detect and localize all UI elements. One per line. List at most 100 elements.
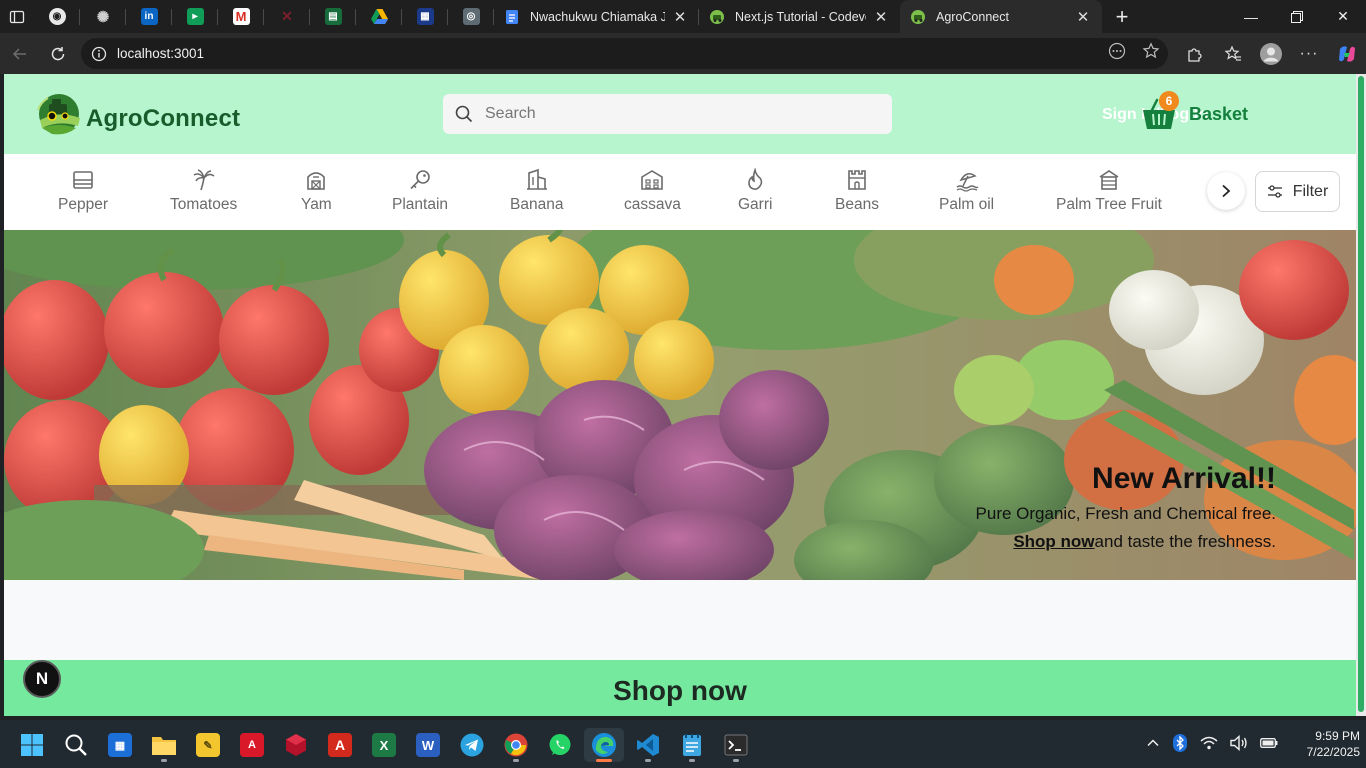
close-tab-icon[interactable]: ✕ (872, 8, 890, 26)
category-label: Plantain (392, 196, 449, 213)
category-palm-tree-fruit[interactable]: Palm Tree Fruit (1056, 168, 1162, 214)
gmail-icon: M (232, 8, 250, 25)
nextjs-dev-indicator[interactable]: N (23, 660, 61, 698)
warehouse-icon (641, 170, 664, 190)
favorite-star-icon[interactable] (1142, 42, 1160, 65)
basket-button[interactable]: 6 Basket (1141, 91, 1248, 132)
filter-button[interactable]: Filter (1255, 171, 1340, 212)
site-header: AgroConnect Sign In/Log In 6 Basket (4, 74, 1356, 154)
taskbar-notepad[interactable] (672, 728, 712, 762)
chevron-up-icon[interactable] (1146, 736, 1160, 753)
close-window-icon[interactable]: ✕ (1320, 0, 1366, 33)
new-tab-button[interactable]: + (1102, 0, 1142, 33)
profile-avatar[interactable] (1252, 36, 1290, 72)
taskbar-autocad[interactable]: A (232, 728, 272, 762)
category-label: Yam (301, 196, 332, 213)
minimize-icon[interactable]: — (1228, 0, 1274, 33)
taskbar-start[interactable] (12, 728, 52, 762)
excel-icon: X (372, 733, 396, 757)
pinned-tab-drive[interactable] (356, 0, 402, 33)
pinned-tab-sheets[interactable]: ▤ (310, 0, 356, 33)
pinned-tab-meet[interactable]: ▸ (172, 0, 218, 33)
whatsapp-icon (549, 734, 571, 755)
address-bar[interactable]: localhost:3001 (81, 38, 1168, 69)
taskbar-word[interactable]: W (408, 728, 448, 762)
brand-logo[interactable]: AgroConnect (36, 92, 240, 136)
pinned-tab-linkedin[interactable]: in (126, 0, 172, 33)
taskbar-file-explorer[interactable] (144, 728, 184, 762)
taskbar-notes[interactable]: ✎ (188, 728, 228, 762)
taskbar-chrome[interactable] (496, 728, 536, 762)
autocad-icon: A (240, 733, 264, 757)
category-cassava[interactable]: cassava (624, 168, 681, 214)
category-pepper[interactable]: Pepper (58, 168, 108, 214)
pinned-tab-app-2[interactable]: ▦ (402, 0, 448, 33)
category-yam[interactable]: Yam (301, 168, 332, 214)
taskbar-whatsapp[interactable] (540, 728, 580, 762)
taskbar-terminal[interactable] (716, 728, 756, 762)
taskbar-acrobat[interactable]: A (320, 728, 360, 762)
category-label: Banana (510, 196, 564, 213)
refresh-icon[interactable] (40, 36, 76, 72)
edge-icon (592, 733, 616, 757)
linkedin-icon: in (140, 8, 158, 25)
taskbar-edge[interactable] (584, 728, 624, 762)
tab-nextjs-tutorial[interactable]: Next.js Tutorial - Codevolu ✕ (699, 0, 900, 33)
taskbar-vscode[interactable] (628, 728, 668, 762)
taskbar-search[interactable] (56, 728, 96, 762)
flame-icon (748, 168, 763, 190)
bluetooth-icon[interactable] (1172, 733, 1188, 755)
system-clock[interactable]: 9:59 PM 7/22/2025 (1278, 728, 1360, 760)
tab-actions-icon[interactable] (0, 0, 34, 33)
pinned-tab-app-3[interactable]: ◎ (448, 0, 494, 33)
search-bar[interactable] (443, 94, 892, 134)
back-icon[interactable] (2, 36, 38, 72)
shop-now-link[interactable]: Shop now (1013, 532, 1094, 551)
close-tab-icon[interactable]: ✕ (671, 8, 689, 26)
wifi-icon[interactable] (1200, 736, 1218, 753)
pinned-tab-app[interactable]: ✕ (264, 0, 310, 33)
shop-now-section: Shop now (4, 660, 1356, 716)
cabin-icon (1099, 170, 1119, 190)
info-icon[interactable] (91, 46, 107, 62)
restore-icon[interactable] (1274, 0, 1320, 33)
more-options-circle-icon[interactable] (1108, 42, 1126, 65)
pinned-tab-openai[interactable]: ✺ (80, 0, 126, 33)
page-scrollbar[interactable] (1356, 74, 1366, 716)
copilot-icon[interactable] (1328, 36, 1366, 72)
favorites-icon[interactable] (1214, 36, 1252, 72)
pinned-tab-gmail[interactable]: M (218, 0, 264, 33)
extensions-icon[interactable] (1176, 36, 1214, 72)
category-beans[interactable]: Beans (835, 168, 879, 214)
settings-more-icon[interactable]: ··· (1290, 36, 1328, 72)
barn-icon (307, 172, 326, 190)
battery-icon[interactable] (1260, 737, 1278, 752)
taskbar-store[interactable]: ▦ (100, 728, 140, 762)
volume-icon[interactable] (1230, 734, 1248, 754)
castle-icon (848, 170, 866, 190)
tab-agroconnect[interactable]: AgroConnect ✕ (900, 0, 1102, 33)
pinned-tab-github[interactable]: ◉ (34, 0, 80, 33)
tab-document[interactable]: Nwachukwu Chiamaka Juli ✕ (494, 0, 699, 33)
category-plantain[interactable]: Plantain (392, 168, 448, 214)
close-tab-icon[interactable]: ✕ (1074, 8, 1092, 26)
taskbar-excel[interactable]: X (364, 728, 404, 762)
scrollbar-thumb[interactable] (1358, 76, 1364, 712)
category-tomatoes[interactable]: Tomatoes (170, 168, 237, 214)
terminal-icon (724, 734, 748, 756)
category-label: cassava (624, 196, 681, 213)
taskbar-cube-app[interactable] (276, 728, 316, 762)
category-scroll-next-button[interactable] (1207, 172, 1245, 210)
taskbar-telegram[interactable] (452, 728, 492, 762)
toolbar-actions: ··· (1176, 33, 1366, 74)
notepad-icon (683, 734, 701, 756)
sliders-icon (1267, 184, 1282, 198)
category-garri[interactable]: Garri (738, 168, 772, 214)
category-label: Garri (738, 196, 773, 213)
site-icon (911, 9, 925, 24)
search-input[interactable] (485, 105, 865, 123)
chrome-icon (504, 733, 528, 757)
category-palm-oil[interactable]: Palm oil (939, 168, 994, 214)
store-icon: ▦ (108, 733, 132, 757)
category-banana[interactable]: Banana (510, 168, 563, 214)
